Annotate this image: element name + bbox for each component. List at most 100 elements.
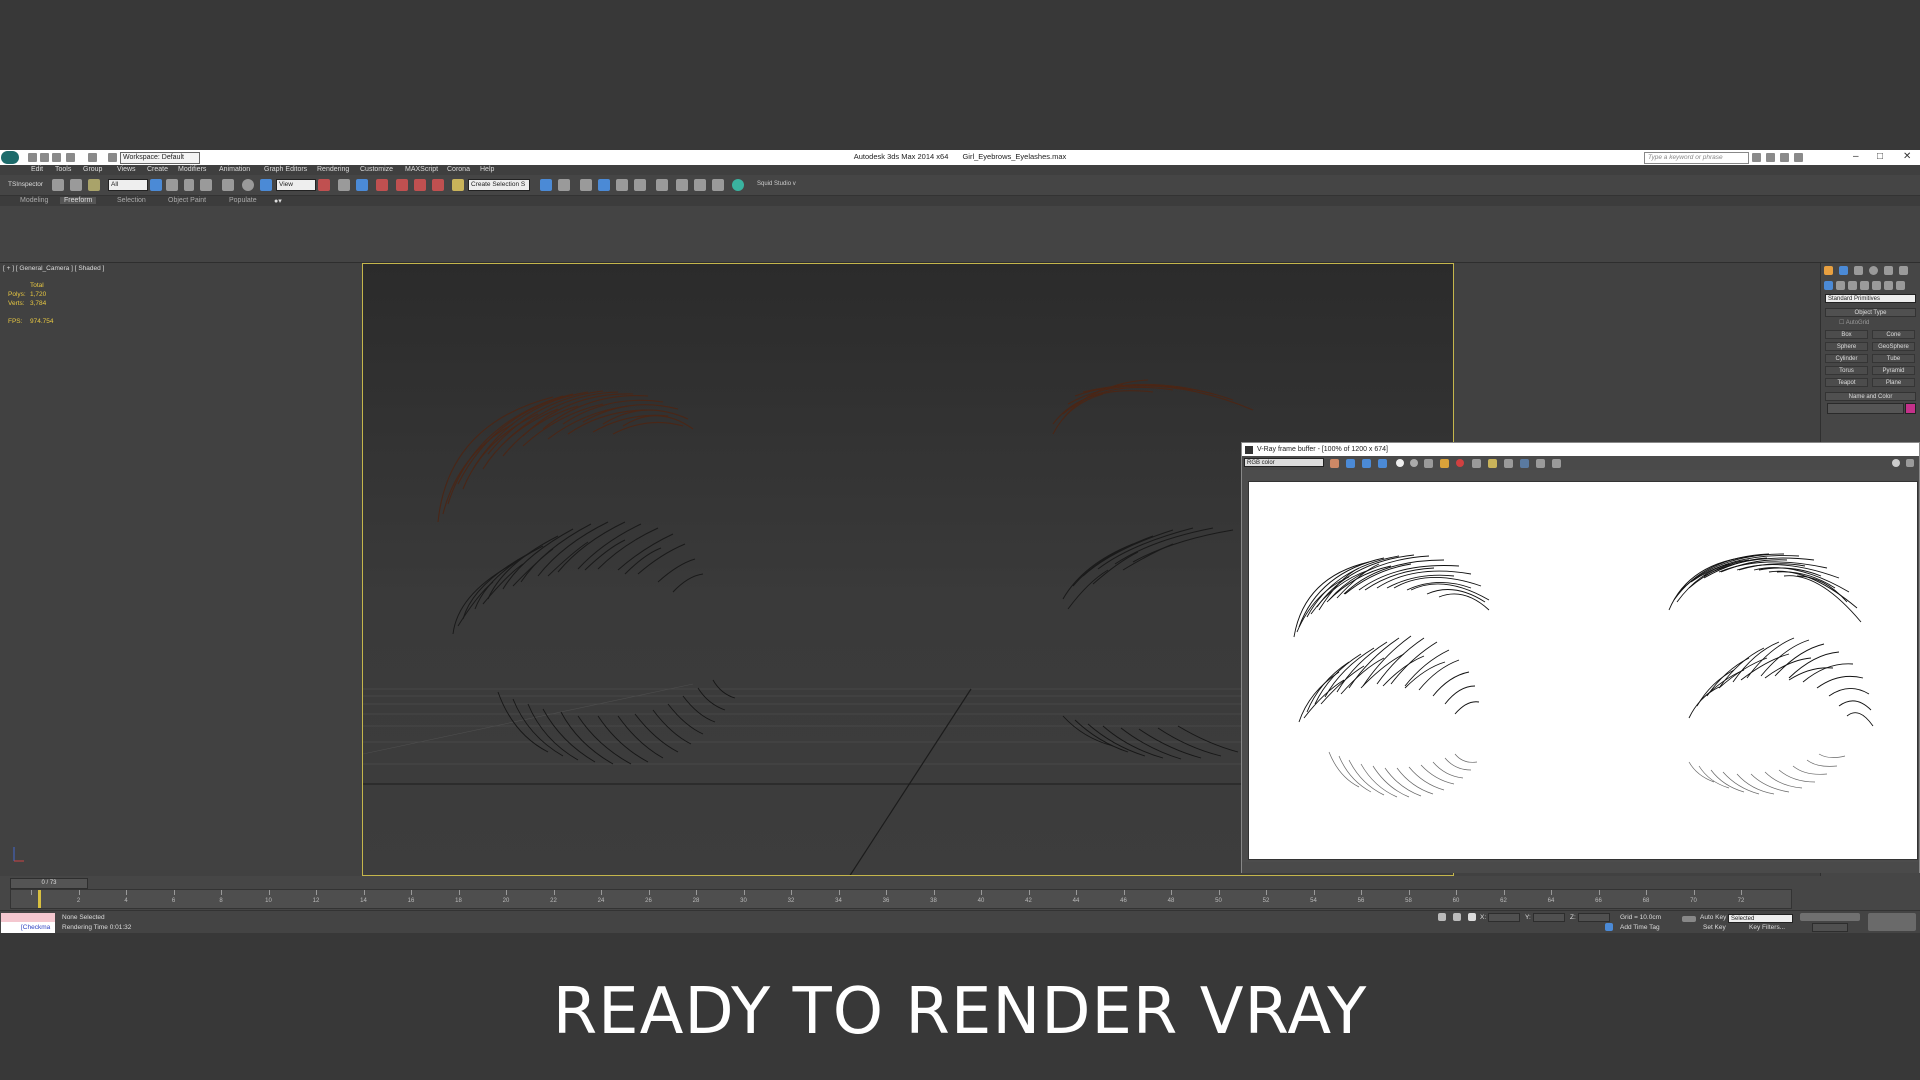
pyramid-button[interactable]: Pyramid xyxy=(1872,366,1915,375)
tab-selection[interactable]: Selection xyxy=(113,197,150,204)
z-coordinate-field[interactable] xyxy=(1578,913,1610,922)
blue-channel-icon[interactable] xyxy=(1378,459,1387,468)
rotate-icon[interactable] xyxy=(242,179,254,191)
cameras-icon[interactable] xyxy=(1860,281,1869,290)
clear-image-icon[interactable] xyxy=(1456,459,1464,467)
autogrid-checkbox[interactable]: ☐ AutoGrid xyxy=(1839,319,1869,326)
teapot-button[interactable]: Teapot xyxy=(1825,378,1868,387)
tab-modeling[interactable]: Modeling xyxy=(16,197,52,204)
right-lower-lashes[interactable] xyxy=(1062,715,1239,760)
keyboard-shortcut-override-icon[interactable] xyxy=(356,179,368,191)
geometry-icon[interactable] xyxy=(1824,281,1833,290)
plugin-label[interactable]: Squid Studio v xyxy=(757,181,796,187)
menu-animation[interactable]: Animation xyxy=(219,166,250,173)
subscription-icon[interactable] xyxy=(1766,153,1775,162)
menu-edit[interactable]: Edit xyxy=(31,166,43,173)
shapes-icon[interactable] xyxy=(1836,281,1845,290)
move-icon[interactable] xyxy=(222,179,234,191)
viewport-left-area[interactable]: [ + ] [ General_Camera ] [ Shaded ] Tota… xyxy=(0,263,362,876)
ribbon-options-icon[interactable]: ●▾ xyxy=(270,197,286,205)
menu-create[interactable]: Create xyxy=(147,166,168,173)
current-frame-field[interactable] xyxy=(1812,923,1848,932)
right-eyebrow[interactable] xyxy=(1052,379,1254,435)
playback-controls[interactable] xyxy=(1800,913,1860,921)
space-warps-icon[interactable] xyxy=(1884,281,1893,290)
cylinder-button[interactable]: Cylinder xyxy=(1825,354,1868,363)
geosphere-button[interactable]: GeoSphere xyxy=(1872,342,1915,351)
selection-filter-dropdown[interactable]: All xyxy=(108,179,148,191)
region-render-icon[interactable] xyxy=(1504,459,1513,468)
select-by-name-icon[interactable] xyxy=(166,179,178,191)
sphere-button[interactable]: Sphere xyxy=(1825,342,1868,351)
left-lower-lashes[interactable] xyxy=(497,679,736,765)
key-filters-button[interactable]: Key Filters... xyxy=(1749,924,1785,931)
menu-rendering[interactable]: Rendering xyxy=(317,166,349,173)
auto-key-selection-dropdown[interactable]: Selected xyxy=(1728,914,1793,923)
menu-views[interactable]: Views xyxy=(117,166,136,173)
tube-button[interactable]: Tube xyxy=(1872,354,1915,363)
maxscript-input[interactable]: [Checkma xyxy=(1,923,55,933)
maxscript-listener[interactable]: [Checkma xyxy=(1,913,55,933)
search-input[interactable]: Type a keyword or phrase xyxy=(1644,152,1749,164)
vfb-settings-icon[interactable] xyxy=(1892,459,1900,467)
menu-graph-editors[interactable]: Graph Editors xyxy=(264,166,307,173)
rendered-frame-window-icon[interactable] xyxy=(694,179,706,191)
track-mouse-icon[interactable] xyxy=(1488,459,1497,468)
green-channel-icon[interactable] xyxy=(1362,459,1371,468)
key-icon[interactable] xyxy=(1682,916,1696,922)
edit-named-selection-icon[interactable] xyxy=(452,179,464,191)
hierarchy-tab-icon[interactable] xyxy=(1854,266,1863,275)
percent-snap-icon[interactable] xyxy=(414,179,426,191)
viewport-label[interactable]: [ + ] [ General_Camera ] [ Shaded ] xyxy=(3,265,104,272)
help-icon[interactable] xyxy=(1794,153,1803,162)
save-image-icon[interactable] xyxy=(1330,459,1339,468)
maxscript-output[interactable] xyxy=(1,913,55,922)
primitive-type-dropdown[interactable]: Standard Primitives xyxy=(1825,294,1916,303)
maximize-button[interactable]: □ xyxy=(1877,150,1883,164)
alpha-channel-icon[interactable] xyxy=(1396,459,1404,467)
tab-populate[interactable]: Populate xyxy=(225,197,261,204)
stop-render-icon[interactable] xyxy=(1552,459,1561,468)
add-time-tag-label[interactable]: Add Time Tag xyxy=(1620,924,1660,931)
select-manipulate-icon[interactable] xyxy=(338,179,350,191)
torus-button[interactable]: Torus xyxy=(1825,366,1868,375)
auto-key-button[interactable]: Auto Key xyxy=(1700,914,1726,921)
material-editor-icon[interactable] xyxy=(656,179,668,191)
utilities-tab-icon[interactable] xyxy=(1899,266,1908,275)
vfb-history-icon[interactable] xyxy=(1906,459,1914,467)
x-coordinate-field[interactable] xyxy=(1488,913,1520,922)
viewport-navigation-controls[interactable] xyxy=(1868,913,1916,931)
scale-icon[interactable] xyxy=(260,179,272,191)
search-icon[interactable] xyxy=(1752,153,1761,162)
unlink-icon[interactable] xyxy=(70,179,82,191)
modify-tab-icon[interactable] xyxy=(1839,266,1848,275)
menu-help[interactable]: Help xyxy=(480,166,494,173)
rendered-image[interactable] xyxy=(1248,481,1918,860)
object-name-input[interactable] xyxy=(1827,403,1904,414)
menu-customize[interactable]: Customize xyxy=(360,166,393,173)
render-production-icon[interactable] xyxy=(712,179,724,191)
plane-button[interactable]: Plane xyxy=(1872,378,1915,387)
layer-manager-icon[interactable] xyxy=(580,179,592,191)
create-tab-icon[interactable] xyxy=(1824,266,1833,275)
align-icon[interactable] xyxy=(558,179,570,191)
snaps-toggle-icon[interactable] xyxy=(376,179,388,191)
lights-icon[interactable] xyxy=(1848,281,1857,290)
favorites-icon[interactable] xyxy=(1780,153,1789,162)
mono-icon[interactable] xyxy=(1410,459,1418,467)
angle-snap-icon[interactable] xyxy=(396,179,408,191)
object-type-rollout[interactable]: Object Type xyxy=(1825,308,1916,317)
curve-editor-icon[interactable] xyxy=(616,179,628,191)
box-button[interactable]: Box xyxy=(1825,330,1868,339)
tab-object-paint[interactable]: Object Paint xyxy=(164,197,210,204)
close-button[interactable]: ✕ xyxy=(1903,150,1911,164)
select-object-icon[interactable] xyxy=(150,179,162,191)
menu-modifiers[interactable]: Modifiers xyxy=(178,166,206,173)
menu-corona[interactable]: Corona xyxy=(447,166,470,173)
save-icon[interactable] xyxy=(1424,459,1433,468)
systems-icon[interactable] xyxy=(1896,281,1905,290)
display-tab-icon[interactable] xyxy=(1884,266,1893,275)
vray-frame-buffer-window[interactable]: V-Ray frame buffer - [100% of 1200 x 674… xyxy=(1241,442,1920,873)
tsinspector-label[interactable]: TSInspector xyxy=(8,181,43,188)
vfb-bottom-toolbar[interactable] xyxy=(1242,862,1919,873)
